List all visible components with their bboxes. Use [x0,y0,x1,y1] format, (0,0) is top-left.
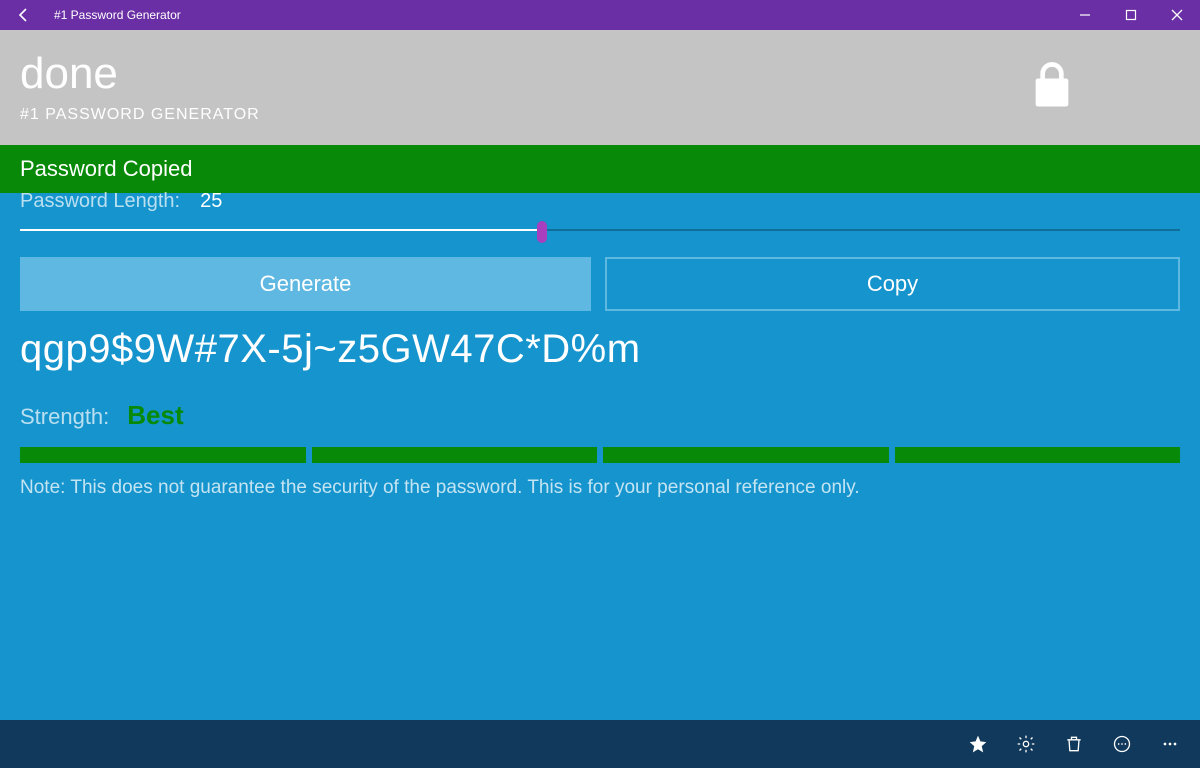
back-button[interactable] [0,0,48,30]
app-header: done #1 PASSWORD GENERATOR [0,30,1200,145]
strength-bar-2 [312,447,598,463]
lock-icon [1024,57,1080,118]
strength-label: Strength: [20,404,109,430]
strength-bar-3 [603,447,889,463]
app-title: #1 PASSWORD GENERATOR [20,106,1200,124]
maximize-button[interactable] [1108,0,1154,30]
strength-value: Best [127,400,183,431]
password-output: qgp9$9W#7X-5j~z5GW47C*D%m [20,327,1180,372]
header-status: done [20,52,1200,96]
close-button[interactable] [1154,0,1200,30]
status-banner: Password Copied [0,145,1200,193]
length-value: 25 [200,190,222,213]
security-note: Note: This does not guarantee the securi… [20,477,1180,499]
length-row: Password Length: 25 [20,187,1180,215]
strength-meter [20,447,1180,463]
title-bar: #1 Password Generator [0,0,1200,30]
settings-icon[interactable] [1002,720,1050,768]
length-label: Password Length: [20,190,180,213]
button-row: Generate Copy [20,257,1180,311]
window-title: #1 Password Generator [48,8,181,22]
command-bar [0,720,1200,768]
favorite-icon[interactable] [954,720,1002,768]
more-icon[interactable] [1146,720,1194,768]
delete-icon[interactable] [1050,720,1098,768]
strength-bar-4 [895,447,1181,463]
copy-button-label: Copy [867,271,918,297]
strength-row: Strength: Best [20,400,1180,431]
slider-fill [20,229,542,231]
generate-button[interactable]: Generate [20,257,591,311]
length-slider[interactable] [20,219,1180,243]
generate-button-label: Generate [260,271,352,297]
more-circle-icon[interactable] [1098,720,1146,768]
copy-button[interactable]: Copy [605,257,1180,311]
main-content: Password Length: 25 Generate Copy qgp9$9… [0,193,1200,720]
slider-thumb[interactable] [537,221,547,243]
strength-bar-1 [20,447,306,463]
status-message: Password Copied [20,156,192,182]
minimize-button[interactable] [1062,0,1108,30]
